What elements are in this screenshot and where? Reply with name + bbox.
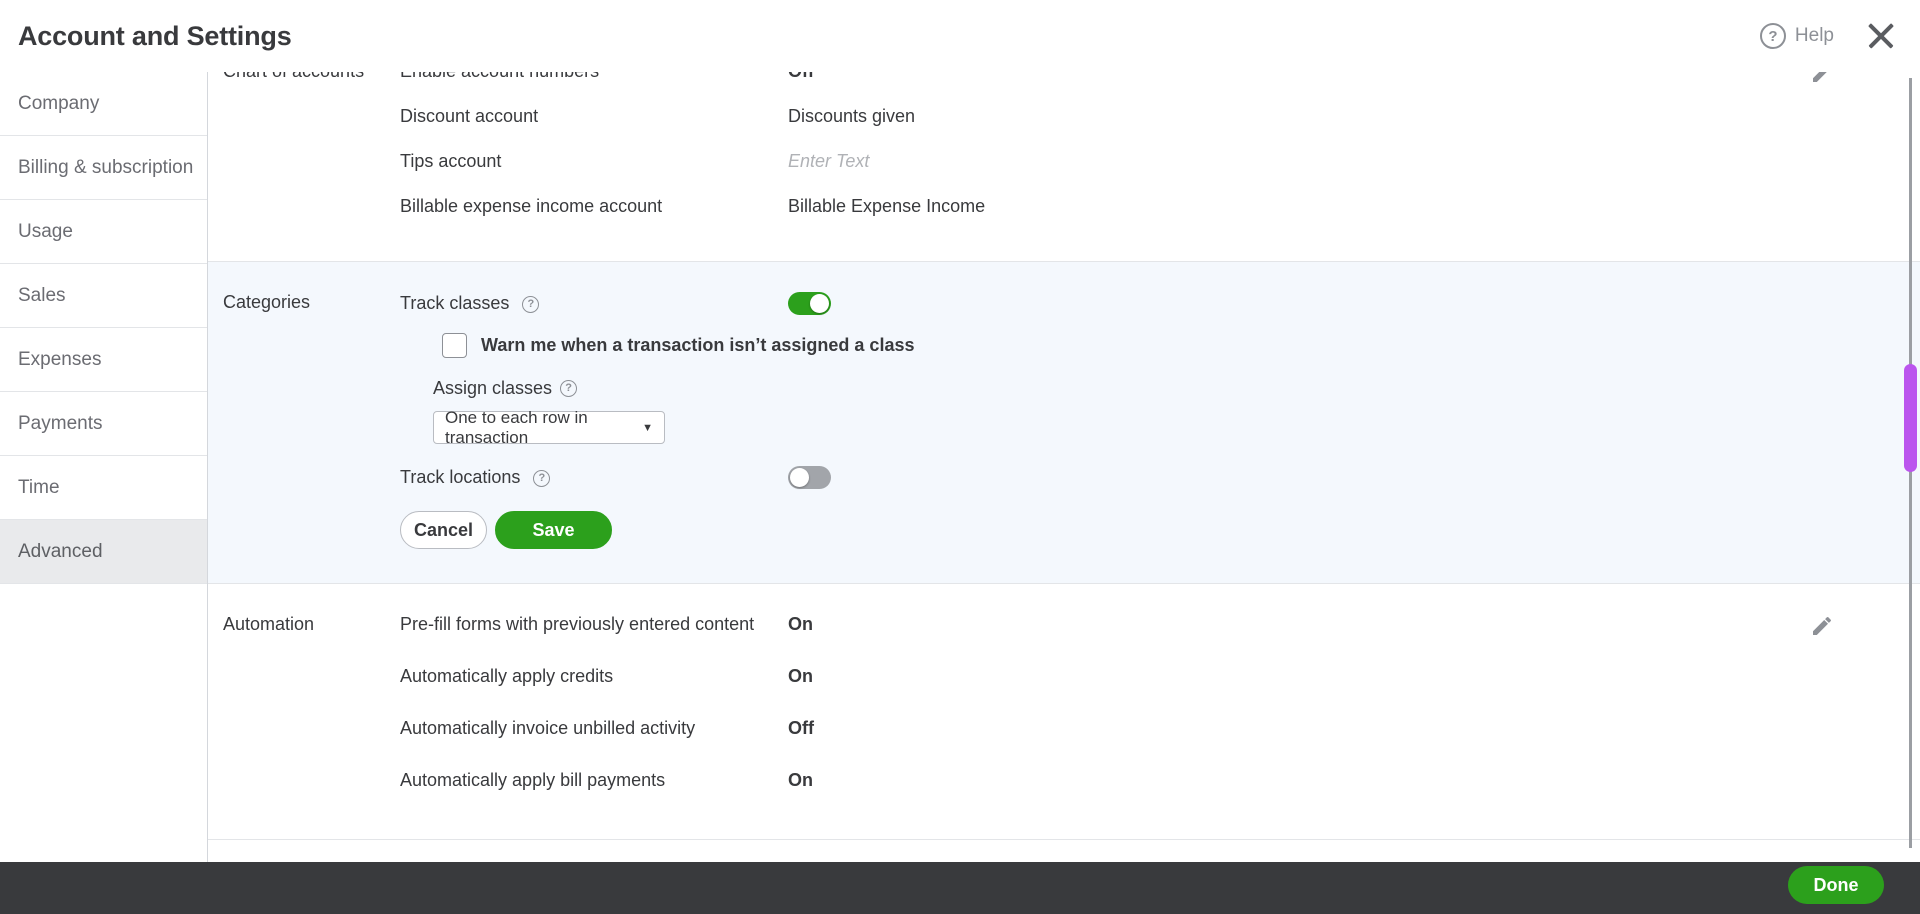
close-icon[interactable] [1864, 19, 1898, 53]
sidebar-item-label: Payments [18, 412, 103, 434]
question-circle-icon[interactable]: ? [522, 296, 540, 313]
row-label: Automatically apply bill payments [400, 770, 666, 790]
table-row: Automatically apply bill payments On [400, 770, 1920, 805]
table-row: Automatically apply credits On [400, 666, 1920, 701]
row-value: Billable Expense Income [788, 196, 986, 216]
help-label: Help [1794, 25, 1834, 46]
question-circle-icon[interactable]: ? [560, 380, 578, 397]
help-button[interactable]: ? Help [1759, 23, 1834, 49]
row-value: Discounts given [788, 106, 916, 126]
cancel-button[interactable]: Cancel [400, 511, 487, 549]
page-title: Account and Settings [18, 20, 292, 51]
page-header: Account and Settings ? Help [0, 0, 1920, 72]
row-value: On [788, 666, 813, 686]
track-locations-toggle[interactable] [788, 466, 831, 489]
sidebar-item-time[interactable]: Time [0, 456, 207, 520]
track-locations-row: Track locations ? [400, 466, 1920, 489]
track-locations-label-wrap: Track locations ? [400, 467, 788, 488]
row-label: Pre-fill forms with previously entered c… [400, 614, 755, 634]
row-value: On [788, 614, 813, 634]
track-classes-row: Track classes ? [400, 292, 1920, 315]
sidebar-item-label: Company [18, 92, 100, 114]
categories-actions: Cancel Save [400, 511, 1920, 549]
sidebar-item-payments[interactable]: Payments [0, 392, 207, 456]
assign-classes-label: Assign classes [433, 378, 553, 398]
assign-classes-label-wrap: Assign classes ? [433, 378, 1920, 399]
track-classes-label-wrap: Track classes ? [400, 293, 788, 314]
table-row: Billable expense income account Billable… [400, 196, 1920, 231]
track-classes-toggle[interactable] [788, 292, 831, 315]
row-label: Automatically apply credits [400, 666, 614, 686]
sidebar-item-label: Usage [18, 220, 73, 242]
sidebar-item-sales[interactable]: Sales [0, 264, 207, 328]
warn-unassigned-class-label: Warn me when a transaction isn’t assigne… [481, 335, 915, 355]
sidebar-item-label: Advanced [18, 540, 103, 562]
sidebar-item-company[interactable]: Company [0, 72, 207, 136]
sidebar-item-label: Billing & subscription [18, 156, 194, 178]
table-row: Discount account Discounts given [400, 106, 1920, 141]
settings-sidebar: Company Billing & subscription Usage Sal… [0, 72, 208, 862]
section-label: Chart of accounts [208, 61, 400, 231]
pencil-icon[interactable] [1810, 614, 1834, 638]
header-actions: ? Help [1759, 19, 1898, 53]
row-value: Off [788, 718, 814, 738]
page-footer: Done [0, 862, 1920, 914]
assign-classes-select[interactable]: One to each row in transaction ▼ [433, 408, 665, 447]
sidebar-item-usage[interactable]: Usage [0, 200, 207, 264]
question-circle-icon[interactable]: ? [533, 470, 551, 487]
section-projects: Projects Organize all job-related activi… [208, 840, 1920, 862]
scrollbar-thumb[interactable] [1904, 364, 1917, 472]
sidebar-item-label: Time [18, 476, 60, 498]
section-automation: Automation Pre-fill forms with previousl… [208, 584, 1920, 840]
row-label: Automatically invoice unbilled activity [400, 718, 696, 738]
assign-classes-selected-value: One to each row in transaction [445, 407, 588, 447]
toggle-knob [810, 294, 829, 313]
account-settings-page: Account and Settings ? Help Company Bill… [0, 0, 1920, 914]
row-label: Tips account [400, 151, 502, 171]
save-button[interactable]: Save [495, 511, 612, 549]
settings-content: Company type Tax form Revenue, Other, No… [208, 0, 1920, 862]
chevron-down-icon: ▼ [642, 421, 653, 434]
done-button[interactable]: Done [1788, 866, 1884, 904]
warn-unassigned-class-checkbox[interactable] [442, 333, 467, 358]
warn-unassigned-class-row: Warn me when a transaction isn’t assigne… [442, 333, 1920, 358]
track-locations-label: Track locations [400, 467, 521, 487]
track-classes-label: Track classes [400, 293, 510, 313]
toggle-knob [790, 468, 809, 487]
section-label: Categories [223, 292, 311, 312]
row-label: Discount account [400, 106, 539, 126]
section-label: Automation [223, 614, 315, 634]
sidebar-item-billing-subscription[interactable]: Billing & subscription [0, 136, 207, 200]
sidebar-item-label: Sales [18, 284, 66, 306]
row-value: On [788, 770, 813, 790]
row-label: Billable expense income account [400, 196, 663, 216]
sidebar-item-expenses[interactable]: Expenses [0, 328, 207, 392]
sidebar-item-label: Expenses [18, 348, 102, 370]
table-row: Automatically invoice unbilled activity … [400, 718, 1920, 753]
row-value-placeholder: Enter Text [788, 151, 870, 171]
table-row: Pre-fill forms with previously entered c… [400, 614, 1920, 649]
question-circle-icon: ? [1759, 23, 1786, 49]
table-row: Tips account Enter Text [400, 151, 1920, 186]
section-categories: Categories Track classes ? Warn me when … [208, 262, 1920, 584]
sidebar-item-advanced[interactable]: Advanced [0, 520, 207, 584]
